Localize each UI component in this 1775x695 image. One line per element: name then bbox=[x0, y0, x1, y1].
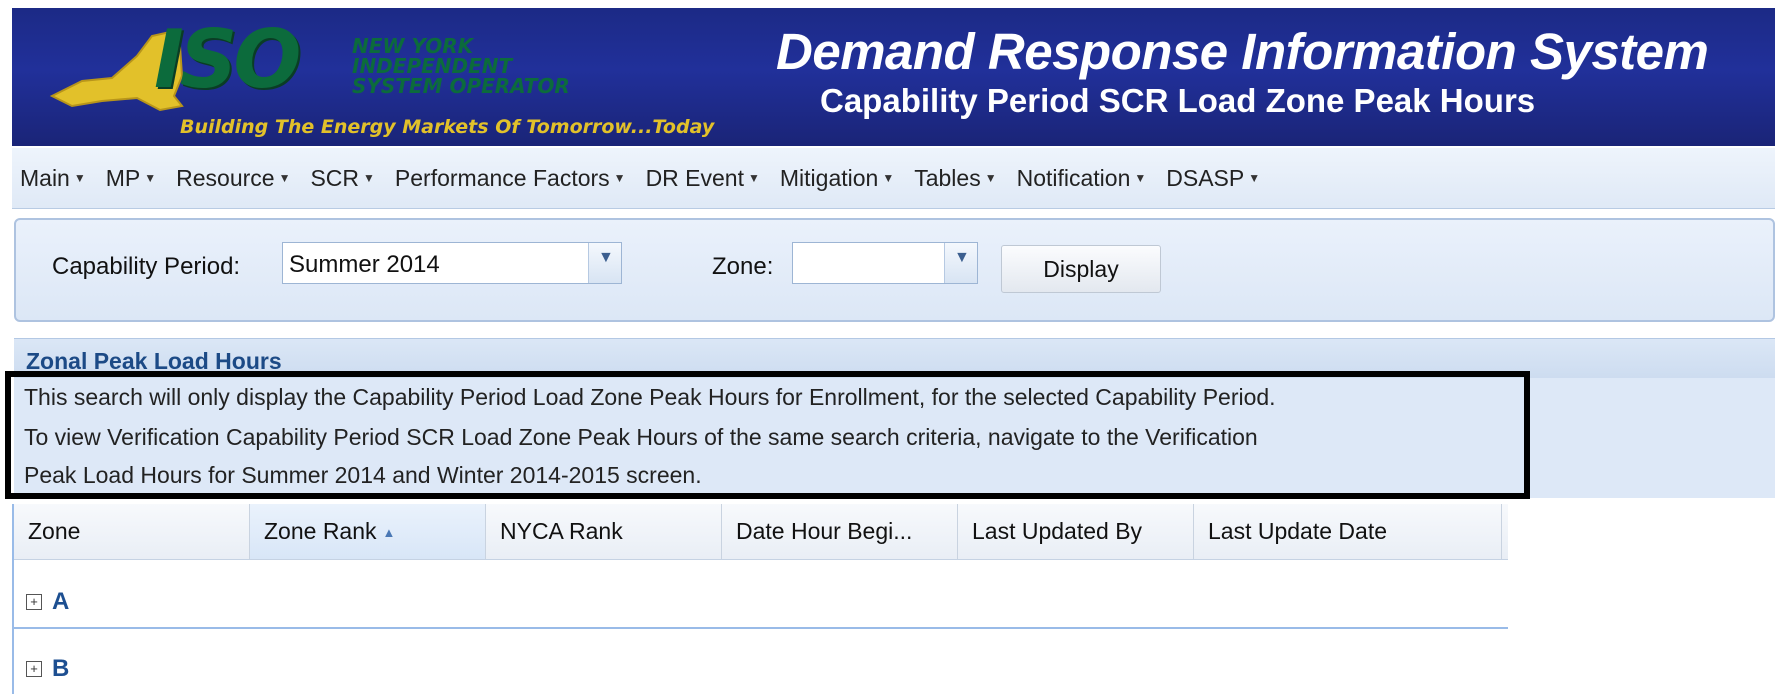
capability-period-dropdown-trigger[interactable]: ▼ bbox=[588, 243, 621, 283]
column-label: Last Updated By bbox=[972, 518, 1143, 544]
highlight-annotation-box bbox=[5, 371, 1530, 499]
group-label: B bbox=[52, 655, 70, 682]
app-header: ISO NEW YORK INDEPENDENT SYSTEM OPERATOR… bbox=[12, 8, 1775, 146]
menu-mitigation[interactable]: Mitigation ▼ bbox=[780, 165, 894, 192]
menu-label: DR Event bbox=[645, 164, 744, 191]
logo-org-name: NEW YORK INDEPENDENT SYSTEM OPERATOR bbox=[352, 36, 570, 96]
column-header-last-update-date[interactable]: Last Update Date bbox=[1194, 504, 1502, 559]
menu-scr[interactable]: SCR ▼ bbox=[310, 165, 374, 192]
column-label: Zone Rank bbox=[264, 518, 377, 544]
logo-tagline: Building The Energy Markets Of Tomorrow.… bbox=[180, 116, 715, 138]
group-label: A bbox=[52, 588, 70, 615]
menu-notification[interactable]: Notification ▼ bbox=[1017, 165, 1147, 192]
zone-label: Zone: bbox=[712, 253, 774, 280]
menu-dsasp[interactable]: DSASP ▼ bbox=[1166, 165, 1260, 192]
logo-line: SYSTEM OPERATOR bbox=[352, 74, 570, 98]
caret-down-icon: ▼ bbox=[613, 171, 626, 185]
main-menu-bar: Main ▼ MP ▼ Resource ▼ SCR ▼ Performance Fac… bbox=[12, 148, 1775, 209]
search-form: Capability Period: Summer 2014 ▼ Zone: ▼… bbox=[14, 218, 1775, 322]
capability-period-select[interactable]: Summer 2014 ▼ bbox=[282, 242, 622, 284]
menu-label: Mitigation bbox=[779, 164, 879, 191]
capability-period-value: Summer 2014 bbox=[289, 251, 440, 278]
caret-down-icon: ▼ bbox=[363, 171, 375, 185]
page-subtitle: Capability Period SCR Load Zone Peak Hou… bbox=[820, 82, 1536, 119]
logo-iso-text: ISO bbox=[154, 13, 301, 106]
menu-label: Performance Factors bbox=[394, 164, 610, 191]
caret-down-icon: ▼ bbox=[1134, 171, 1147, 185]
column-header-date-hour-beginning[interactable]: Date Hour Begi... bbox=[722, 504, 958, 559]
column-label: Zone bbox=[28, 518, 81, 544]
chevron-down-icon: ▼ bbox=[598, 249, 614, 266]
menu-main[interactable]: Main ▼ bbox=[20, 165, 86, 192]
menu-label: DSASP bbox=[1166, 164, 1245, 191]
group-row-zone-a[interactable]: + A bbox=[14, 578, 1508, 628]
column-label: Last Update Date bbox=[1208, 518, 1388, 544]
menu-performance-factors[interactable]: Performance Factors ▼ bbox=[395, 165, 626, 192]
logo-line: NEW YORK bbox=[352, 34, 474, 58]
column-header-zone[interactable]: Zone bbox=[14, 504, 250, 559]
system-title: Demand Response Information System bbox=[776, 23, 1709, 80]
menu-dr-event[interactable]: DR Event ▼ bbox=[646, 165, 760, 192]
zone-select[interactable]: ▼ bbox=[792, 242, 978, 284]
menu-label: Tables bbox=[914, 164, 981, 191]
group-row-zone-b[interactable]: + B bbox=[14, 645, 1508, 695]
plus-square-icon[interactable]: + bbox=[26, 594, 42, 610]
menu-mp[interactable]: MP ▼ bbox=[106, 165, 156, 192]
menu-label: SCR bbox=[310, 164, 360, 191]
group-divider bbox=[14, 627, 1508, 629]
caret-down-icon: ▼ bbox=[1248, 171, 1261, 185]
sort-asc-icon: ▲ bbox=[382, 525, 396, 541]
column-label: Date Hour Begi... bbox=[736, 518, 913, 544]
grid-header: Zone Zone Rank ▲ NYCA Rank Date Hour Begi… bbox=[14, 504, 1508, 560]
column-header-last-updated-by[interactable]: Last Updated By bbox=[958, 504, 1194, 559]
caret-down-icon: ▼ bbox=[882, 171, 895, 185]
caret-down-icon: ▼ bbox=[278, 171, 291, 185]
menu-label: Main bbox=[20, 164, 70, 191]
plus-square-icon[interactable]: + bbox=[26, 661, 42, 677]
chevron-down-icon: ▼ bbox=[954, 249, 970, 266]
menu-resource[interactable]: Resource ▼ bbox=[176, 165, 290, 192]
menu-label: Resource bbox=[176, 164, 275, 191]
column-label: NYCA Rank bbox=[500, 518, 623, 544]
menu-tables[interactable]: Tables ▼ bbox=[914, 165, 996, 192]
column-header-nyca-rank[interactable]: NYCA Rank bbox=[486, 504, 722, 559]
display-button[interactable]: Display bbox=[1001, 245, 1161, 293]
capability-period-label: Capability Period: bbox=[52, 253, 241, 280]
logo-line: INDEPENDENT bbox=[352, 54, 513, 78]
menu-label: MP bbox=[105, 164, 141, 191]
caret-down-icon: ▼ bbox=[144, 171, 157, 185]
caret-down-icon: ▼ bbox=[73, 171, 86, 185]
zone-dropdown-trigger[interactable]: ▼ bbox=[944, 243, 977, 283]
column-header-zone-rank[interactable]: Zone Rank ▲ bbox=[250, 504, 486, 559]
menu-label: Notification bbox=[1016, 164, 1131, 191]
caret-down-icon: ▼ bbox=[748, 171, 760, 185]
caret-down-icon: ▼ bbox=[984, 171, 997, 185]
